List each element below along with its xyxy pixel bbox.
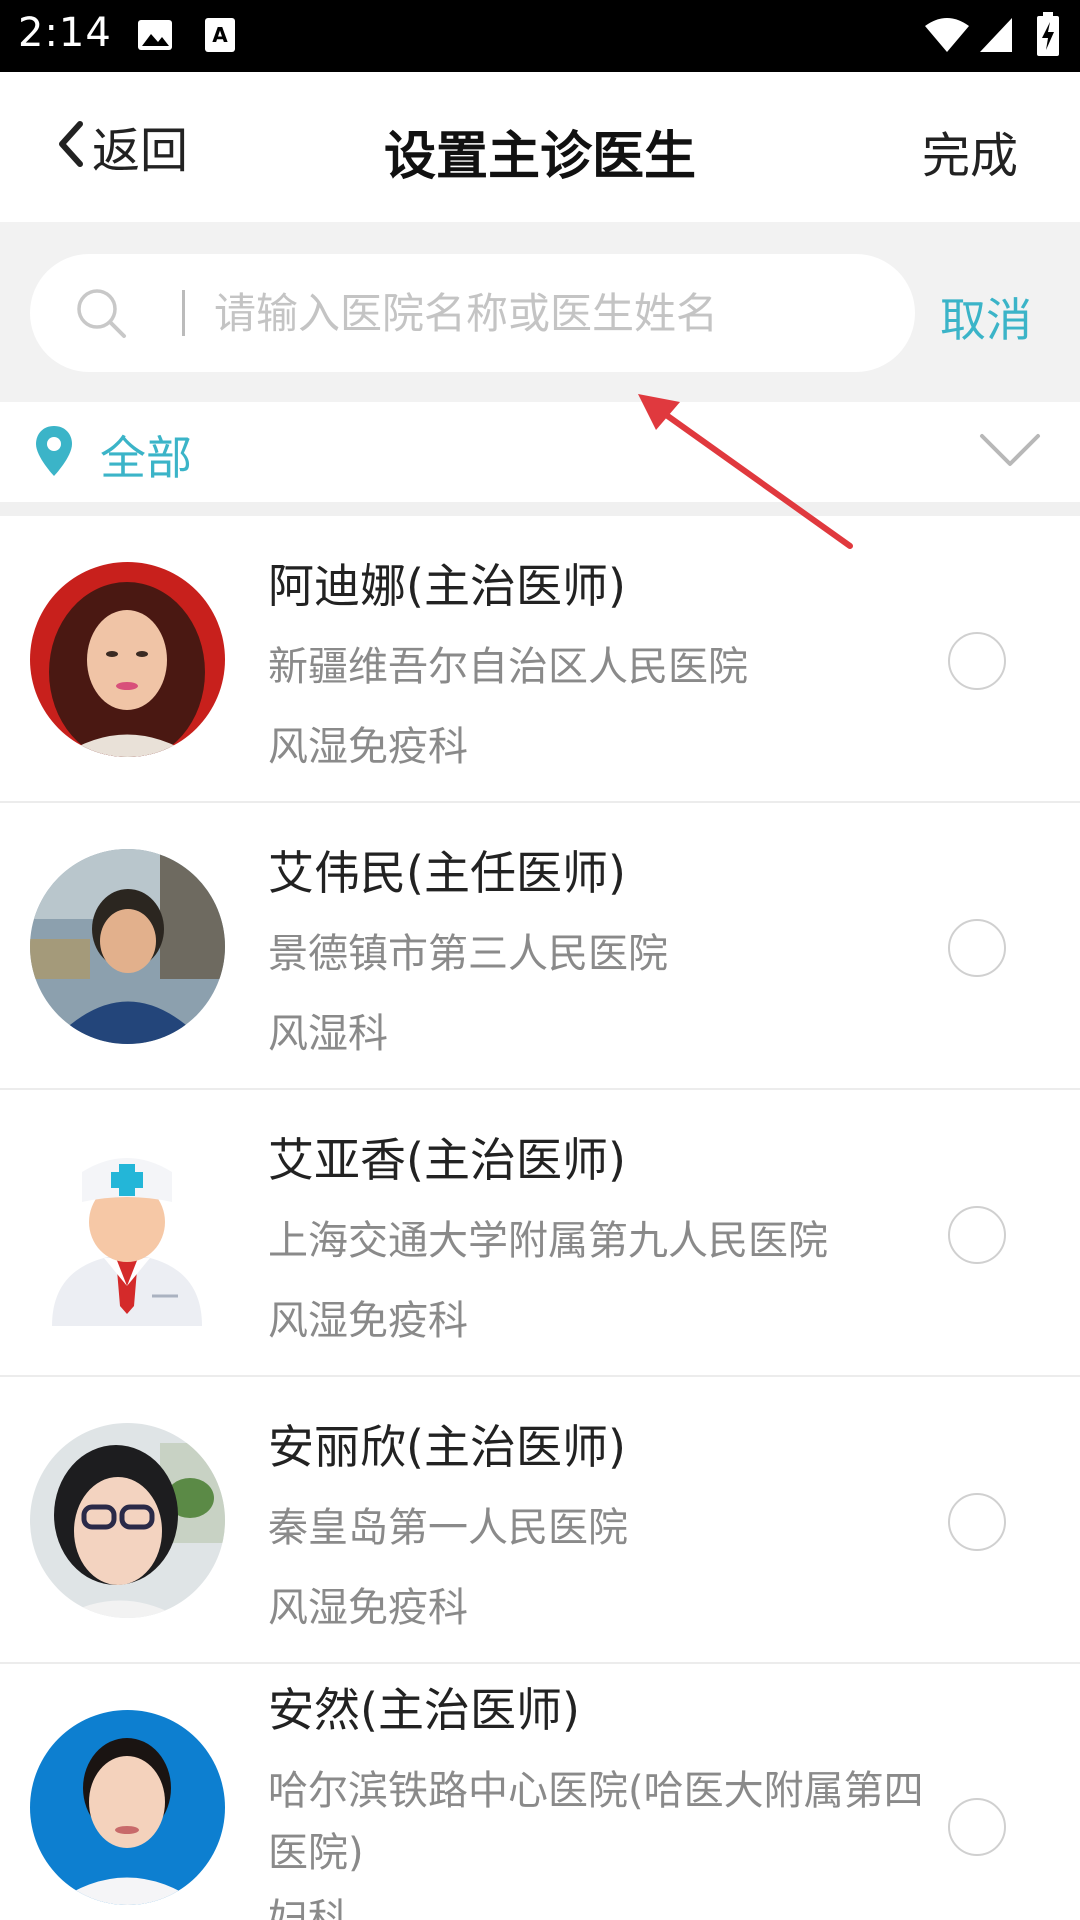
- search-input[interactable]: [214, 278, 874, 348]
- doctor-list-item[interactable]: 阿迪娜(主治医师) 新疆维吾尔自治区人民医院 风湿免疫科: [0, 516, 1080, 803]
- doctor-hospital: 哈尔滨铁路中心医院(哈医大附属第四医院): [268, 1768, 924, 1876]
- filter-label: 全部: [100, 431, 192, 485]
- chevron-down-icon[interactable]: [978, 432, 1042, 472]
- doctor-list-item[interactable]: 艾亚香(主治医师) 上海交通大学附属第九人民医院 风湿免疫科: [0, 1090, 1080, 1377]
- select-radio[interactable]: [948, 1493, 1006, 1551]
- svg-text:A: A: [212, 23, 228, 47]
- doctor-department: 风湿免疫科: [268, 1585, 468, 1631]
- location-pin-icon: [34, 424, 74, 482]
- doctor-name: 艾伟民(主任医师): [268, 846, 626, 900]
- doctor-hospital: 上海交通大学附属第九人民医院: [268, 1218, 828, 1264]
- doctor-avatar: [30, 849, 225, 1044]
- select-radio[interactable]: [948, 1206, 1006, 1264]
- select-radio[interactable]: [948, 919, 1006, 977]
- search-area: 取消: [0, 222, 1080, 402]
- status-time: 2:14: [18, 10, 112, 56]
- signal-icon: [978, 16, 1014, 58]
- section-divider: [0, 502, 1080, 516]
- select-radio[interactable]: [948, 1798, 1006, 1856]
- doctor-list-item[interactable]: 安丽欣(主治医师) 秦皇岛第一人民医院 风湿免疫科: [0, 1377, 1080, 1664]
- doctor-department: 风湿免疫科: [268, 724, 468, 770]
- page-title: 设置主诊医生: [383, 127, 696, 187]
- doctor-hospital: 新疆维吾尔自治区人民医院: [268, 644, 748, 690]
- status-bar: 2:14 A: [0, 0, 1080, 72]
- doctor-department: 风湿科: [268, 1011, 388, 1057]
- search-cursor-divider: [182, 290, 185, 336]
- doctor-list-item[interactable]: 安然(主治医师) 哈尔滨铁路中心医院(哈医大附属第四医院) 妇科: [0, 1664, 1080, 1920]
- location-filter[interactable]: 全部: [0, 402, 1080, 502]
- doctor-avatar: [30, 1710, 225, 1905]
- select-radio[interactable]: [948, 632, 1006, 690]
- search-icon: [74, 286, 130, 346]
- annotation-arrow: [620, 380, 860, 564]
- doctor-name: 艾亚香(主治医师): [268, 1133, 626, 1187]
- cancel-button[interactable]: 取消: [940, 284, 1032, 350]
- text-a-icon: A: [204, 16, 236, 58]
- search-box[interactable]: [30, 254, 915, 372]
- doctor-avatar: [30, 562, 225, 757]
- default-doctor-icon: [30, 1136, 225, 1331]
- navbar: 返回 设置主诊医生 完成: [0, 72, 1080, 222]
- doctor-department: 妇科: [268, 1896, 348, 1920]
- doctor-department: 风湿免疫科: [268, 1298, 468, 1344]
- doctor-name: 阿迪娜(主治医师): [268, 559, 626, 613]
- doctor-list-item[interactable]: 艾伟民(主任医师) 景德镇市第三人民医院 风湿科: [0, 803, 1080, 1090]
- doctor-hospital: 景德镇市第三人民医院: [268, 931, 668, 977]
- doctor-name: 安丽欣(主治医师): [268, 1420, 626, 1474]
- wifi-icon: [924, 16, 970, 58]
- battery-charging-icon: [1036, 12, 1060, 62]
- doctor-name: 安然(主治医师): [268, 1683, 580, 1737]
- doctor-hospital: 秦皇岛第一人民医院: [268, 1505, 628, 1551]
- image-icon: [136, 16, 174, 58]
- done-button[interactable]: 完成: [922, 116, 1018, 186]
- doctor-list: 阿迪娜(主治医师) 新疆维吾尔自治区人民医院 风湿免疫科 艾伟民(主任医师) 景…: [0, 516, 1080, 1920]
- doctor-avatar: [30, 1423, 225, 1618]
